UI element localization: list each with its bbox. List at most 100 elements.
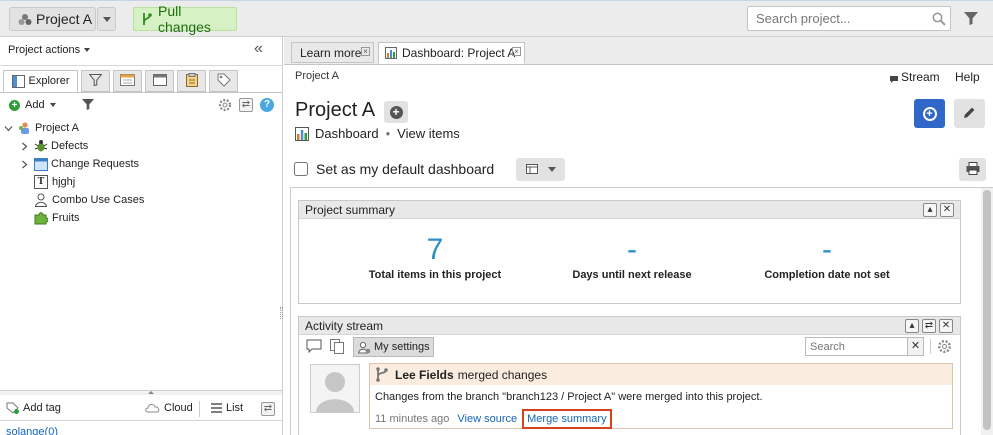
tag-link[interactable]: solange(0) (6, 426, 58, 435)
clear-search-icon[interactable]: ✕ (907, 337, 924, 356)
page-title: Project A (295, 99, 376, 121)
add-tag-button[interactable]: Add tag (6, 402, 61, 414)
sidebar-separator (0, 65, 282, 66)
pull-changes-label: Pull changes (158, 3, 211, 35)
tree-item-label: Change Requests (51, 158, 140, 170)
my-settings-label: My settings (374, 341, 430, 353)
stream-search-input[interactable] (806, 338, 906, 355)
tree-item-hjghj[interactable]: T hjghj (34, 173, 75, 191)
sidebar-splitter[interactable] (0, 390, 282, 395)
help-icon[interactable]: ? (260, 98, 274, 112)
speech-bubble-icon (889, 73, 899, 83)
left-sidebar: Project actions « Explorer + Add ⇄ ? Pro… (0, 37, 283, 435)
tab-dashboard[interactable]: Dashboard: Project A × (378, 42, 525, 64)
settings-gear-icon[interactable] (218, 98, 232, 115)
stream-link[interactable]: Stream (889, 70, 940, 84)
scrollbar-thumb[interactable] (983, 190, 991, 430)
project-actions-menu[interactable]: Project actions (8, 44, 91, 56)
user-avatar[interactable] (310, 364, 360, 413)
close-icon[interactable]: ✕ (940, 203, 954, 217)
layout-dropdown-button[interactable] (516, 158, 565, 181)
add-menu-button[interactable]: + Add (9, 99, 56, 111)
stat-value: 7 (426, 233, 444, 266)
list-view-button[interactable]: List (211, 402, 243, 414)
widget-scrollbar[interactable] (981, 188, 993, 435)
stat-days-until-release: - Days until next release (542, 233, 722, 281)
toolbar-divider (199, 401, 200, 417)
main-content: Learn more × Dashboard: Project A × Proj… (280, 37, 993, 435)
activity-user-name[interactable]: Lee Fields (395, 368, 454, 382)
edit-dashboard-button[interactable] (954, 99, 985, 128)
collapse-icon[interactable]: ▴ (923, 203, 937, 217)
collapse-icon[interactable]: ▴ (905, 319, 919, 333)
sidebar-resize-handle[interactable] (280, 307, 283, 319)
activity-meta: 11 minutes ago View source Merge summary (375, 409, 612, 429)
help-link[interactable]: Help (955, 70, 980, 84)
project-people-icon (18, 121, 32, 135)
tab-window[interactable] (145, 70, 174, 92)
tab-learn-more-label: Learn more (300, 45, 362, 60)
search-icon[interactable] (932, 12, 946, 26)
pull-changes-button[interactable]: Pull changes (133, 3, 237, 35)
default-dashboard-label: Set as my default dashboard (316, 161, 495, 177)
merge-summary-link[interactable]: Merge summary (522, 409, 612, 429)
tags-refresh-icon[interactable]: ⇄ (261, 402, 275, 416)
project-summary-panel: Project summary ▴ ✕ 7 Total items in thi… (298, 200, 961, 304)
tab-dashboard-label: Dashboard: Project A (402, 46, 516, 60)
project-selector-button[interactable]: Project A (9, 7, 96, 31)
close-icon[interactable]: × (361, 47, 370, 56)
stream-label: Stream (901, 70, 940, 84)
filter-icon[interactable] (964, 12, 978, 25)
tab-clipboard[interactable] (177, 70, 206, 92)
print-icon (966, 161, 980, 178)
view-items-link[interactable]: View items (397, 126, 460, 141)
stat-total-items: 7 Total items in this project (345, 233, 525, 281)
breadcrumb[interactable]: Project A (295, 70, 339, 82)
stream-search-field (805, 337, 909, 356)
tree-filter-icon[interactable] (82, 99, 94, 113)
refresh-icon[interactable]: ⇄ (922, 319, 936, 333)
add-widget-button[interactable]: + (914, 99, 945, 128)
view-source-link[interactable]: View source (457, 413, 517, 425)
comment-icon[interactable] (306, 339, 322, 356)
activity-action: merged changes (457, 367, 548, 382)
tree-item-defects[interactable]: Defects (20, 137, 88, 155)
tree-item-fruits[interactable]: Fruits (34, 209, 80, 227)
default-dashboard-checkbox[interactable] (294, 162, 308, 176)
tree-item-combo-use-cases[interactable]: Combo Use Cases (34, 191, 144, 209)
tab-tags[interactable] (209, 70, 238, 92)
tab-explorer[interactable]: Explorer (3, 70, 78, 92)
merge-branch-icon (375, 367, 389, 382)
tree-item-label: Project A (35, 122, 80, 134)
add-to-title-icon[interactable]: + (384, 101, 408, 123)
add-tag-label: Add tag (23, 402, 61, 414)
dashboard-link[interactable]: Dashboard (315, 126, 379, 141)
footer-divider (0, 420, 282, 421)
stat-value: - (822, 233, 832, 266)
plus-circle-icon: + (922, 106, 937, 121)
activity-stream-panel: Activity stream ▴ ⇄ ✕ My settings ✕ Lee … (298, 316, 961, 435)
chevron-right-icon (20, 142, 29, 151)
refresh-icon[interactable]: ⇄ (239, 98, 253, 112)
tab-calendar[interactable] (113, 70, 142, 92)
project-summary-title: Project summary (305, 203, 396, 217)
copy-icon[interactable] (330, 339, 344, 357)
cloud-view-button[interactable]: Cloud (145, 402, 193, 414)
text-type-icon: T (34, 175, 48, 189)
print-button[interactable] (959, 158, 986, 181)
close-icon[interactable]: ✕ (939, 319, 953, 333)
close-icon[interactable]: × (512, 47, 521, 56)
tab-filter[interactable] (81, 70, 110, 92)
stream-settings-gear-icon[interactable] (937, 339, 952, 357)
tree-item-label: Combo Use Cases (52, 194, 145, 206)
tree-item-change-requests[interactable]: Change Requests (20, 155, 139, 173)
my-settings-button[interactable]: My settings (353, 337, 434, 357)
form-icon (34, 157, 48, 171)
tab-learn-more[interactable]: Learn more × (291, 42, 374, 63)
activity-stream-title: Activity stream (305, 319, 384, 333)
project-search-input[interactable] (748, 7, 918, 30)
pull-branch-icon (141, 12, 153, 26)
tree-item-project-root[interactable]: Project A (4, 119, 79, 137)
project-dropdown-button[interactable] (97, 7, 116, 31)
collapse-sidebar-icon[interactable]: « (254, 41, 263, 57)
